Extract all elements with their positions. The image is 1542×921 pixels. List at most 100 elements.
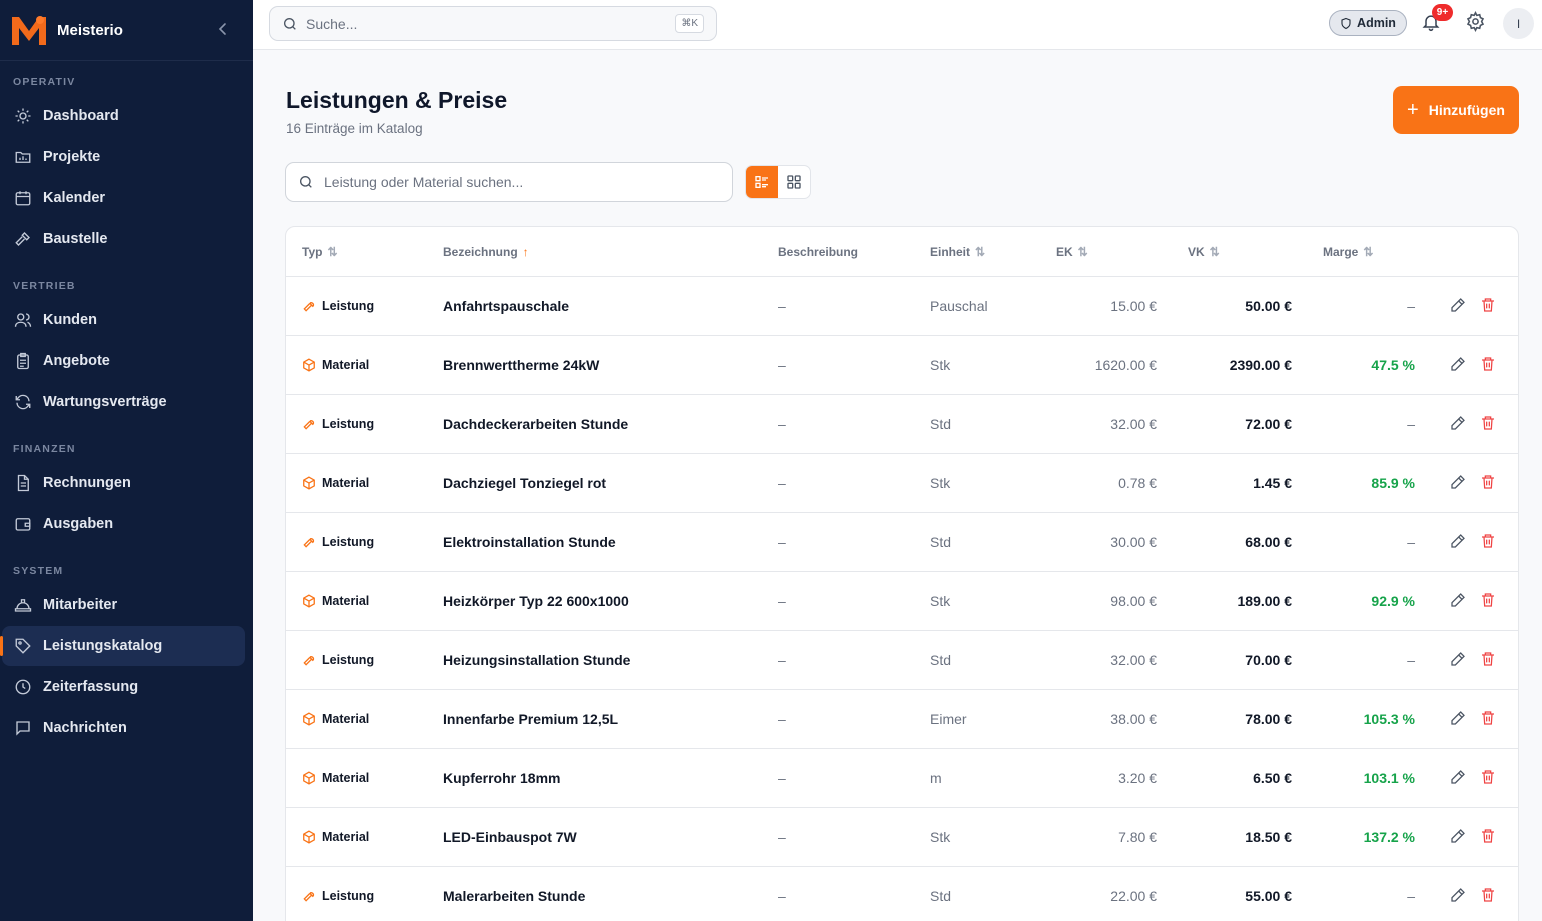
sidebar-item-mitarbeiter[interactable]: Mitarbeiter <box>2 585 245 625</box>
table-row[interactable]: Material Dachziegel Tonziegel rot – Stk 0.78… <box>286 454 1518 513</box>
column-header-typ[interactable]: Typ ⇅ <box>302 245 338 259</box>
pencil-icon[interactable] <box>1450 297 1468 315</box>
list-view-button[interactable] <box>746 166 778 198</box>
trash-icon[interactable] <box>1480 769 1498 787</box>
sort-icon: ⇅ <box>327 245 338 259</box>
package-icon <box>302 712 316 726</box>
name-cell: Malerarbeiten Stunde <box>443 888 586 904</box>
sidebar-item-label: Zeiterfassung <box>43 679 139 695</box>
vk-cell: 55.00 € <box>1245 888 1292 904</box>
pencil-icon[interactable] <box>1450 651 1468 669</box>
trash-icon[interactable] <box>1480 356 1498 374</box>
sidebar-item-projekte[interactable]: Projekte <box>2 137 245 177</box>
description-cell: – <box>778 534 786 550</box>
trash-icon[interactable] <box>1480 415 1498 433</box>
pencil-icon[interactable] <box>1450 592 1468 610</box>
description-cell: – <box>778 770 786 786</box>
vk-cell: 18.50 € <box>1245 829 1292 845</box>
description-cell: – <box>778 711 786 727</box>
sidebar-item-kunden[interactable]: Kunden <box>2 300 245 340</box>
collapse-sidebar-icon[interactable] <box>215 20 231 38</box>
description-cell: – <box>778 652 786 668</box>
sidebar-item-angebote[interactable]: Angebote <box>2 341 245 381</box>
trash-icon[interactable] <box>1480 887 1498 905</box>
role-badge[interactable]: Admin <box>1329 10 1407 36</box>
name-cell: Heizungsinstallation Stunde <box>443 652 631 668</box>
name-cell: LED-Einbauspot 7W <box>443 829 577 845</box>
hard-hat-icon <box>13 595 33 615</box>
table-row[interactable]: Leistung Anfahrtspauschale – Pauschal 15.00 … <box>286 277 1518 336</box>
sidebar-item-rechnungen[interactable]: Rechnungen <box>2 463 245 503</box>
sidebar-item-label: Rechnungen <box>43 475 131 491</box>
sidebar-item-ausgaben[interactable]: Ausgaben <box>2 504 245 544</box>
column-header-label: Beschreibung <box>778 245 859 259</box>
add-button[interactable]: + Hinzufügen <box>1393 86 1519 134</box>
column-header-einheit[interactable]: Einheit ⇅ <box>930 245 985 259</box>
table-row[interactable]: Material Brennwerttherme 24kW – Stk 1620.00 … <box>286 336 1518 395</box>
package-icon <box>302 476 316 490</box>
table-row[interactable]: Material LED-Einbauspot 7W – Stk 7.80 € 18.50… <box>286 808 1518 867</box>
trash-icon[interactable] <box>1480 533 1498 551</box>
pencil-icon[interactable] <box>1450 533 1468 551</box>
pencil-icon[interactable] <box>1450 828 1468 846</box>
column-header-marge[interactable]: Marge ⇅ <box>1323 245 1373 259</box>
table-row[interactable]: Leistung Malerarbeiten Stunde – Std 22.00 € 5… <box>286 867 1518 921</box>
trash-icon[interactable] <box>1480 651 1498 669</box>
vk-cell: 50.00 € <box>1245 298 1292 314</box>
table-row[interactable]: Leistung Dachdeckerarbeiten Stunde – Std 32.… <box>286 395 1518 454</box>
pencil-icon[interactable] <box>1450 415 1468 433</box>
trash-icon[interactable] <box>1480 297 1498 315</box>
type-label: Material <box>322 476 370 490</box>
unit-cell: Std <box>930 652 952 668</box>
sun-icon <box>13 106 33 126</box>
type-cell: Material <box>302 749 369 807</box>
sidebar-item-dashboard[interactable]: Dashboard <box>2 96 245 136</box>
pencil-icon[interactable] <box>1450 887 1468 905</box>
unit-cell: Std <box>930 416 952 432</box>
marge-cell: 47.5 % <box>1371 357 1415 373</box>
sidebar-item-label: Angebote <box>43 353 110 369</box>
type-cell: Material <box>302 454 369 512</box>
table-row[interactable]: Material Kupferrohr 18mm – m 3.20 € 6.50 € 103… <box>286 749 1518 808</box>
vk-cell: 72.00 € <box>1245 416 1292 432</box>
pencil-icon[interactable] <box>1450 356 1468 374</box>
topbar: Suche... ⌘K Admin 9+ I <box>253 0 1542 50</box>
table-row[interactable]: Leistung Heizungsinstallation Stunde – Std 3… <box>286 631 1518 690</box>
marge-cell: – <box>1407 534 1415 550</box>
sidebar-item-wartungsvertraege[interactable]: Wartungsverträge <box>2 382 245 422</box>
main-content: Leistungen & Preise 16 Einträge im Katal… <box>253 50 1542 921</box>
unit-cell: Std <box>930 534 952 550</box>
table-row[interactable]: Material Heizkörper Typ 22 600x1000 – Stk 98… <box>286 572 1518 631</box>
type-cell: Material <box>302 572 369 630</box>
gear-icon[interactable] <box>1465 10 1489 35</box>
column-header-vk[interactable]: VK ⇅ <box>1188 245 1220 259</box>
shield-icon <box>1340 17 1352 30</box>
sidebar-item-baustelle[interactable]: Baustelle <box>2 219 245 259</box>
unit-cell: Stk <box>930 593 951 609</box>
vk-cell: 1.45 € <box>1253 475 1292 491</box>
pencil-icon[interactable] <box>1450 769 1468 787</box>
marge-cell: – <box>1407 298 1415 314</box>
grid-view-button[interactable] <box>778 166 810 198</box>
table-row[interactable]: Leistung Elektroinstallation Stunde – Std 30… <box>286 513 1518 572</box>
sidebar-item-nachrichten[interactable]: Nachrichten <box>2 708 245 748</box>
column-header-bezeichnung[interactable]: Bezeichnung ↑ <box>443 245 529 259</box>
avatar[interactable]: I <box>1503 8 1534 39</box>
sidebar-item-zeiterfassung[interactable]: Zeiterfassung <box>2 667 245 707</box>
sort-icon: ⇅ <box>1363 245 1374 259</box>
global-search[interactable]: Suche... ⌘K <box>269 6 717 41</box>
catalog-search-input[interactable] <box>324 174 724 190</box>
trash-icon[interactable] <box>1480 828 1498 846</box>
table-row[interactable]: Material Innenfarbe Premium 12,5L – Eimer 38… <box>286 690 1518 749</box>
trash-icon[interactable] <box>1480 474 1498 492</box>
name-cell: Kupferrohr 18mm <box>443 770 561 786</box>
hammer-icon <box>13 229 33 249</box>
trash-icon[interactable] <box>1480 710 1498 728</box>
pencil-icon[interactable] <box>1450 474 1468 492</box>
file-text-icon <box>13 473 33 493</box>
column-header-ek[interactable]: EK ⇅ <box>1056 245 1088 259</box>
sidebar-item-kalender[interactable]: Kalender <box>2 178 245 218</box>
trash-icon[interactable] <box>1480 592 1498 610</box>
pencil-icon[interactable] <box>1450 710 1468 728</box>
sidebar-item-leistungskatalog[interactable]: Leistungskatalog <box>0 626 245 666</box>
